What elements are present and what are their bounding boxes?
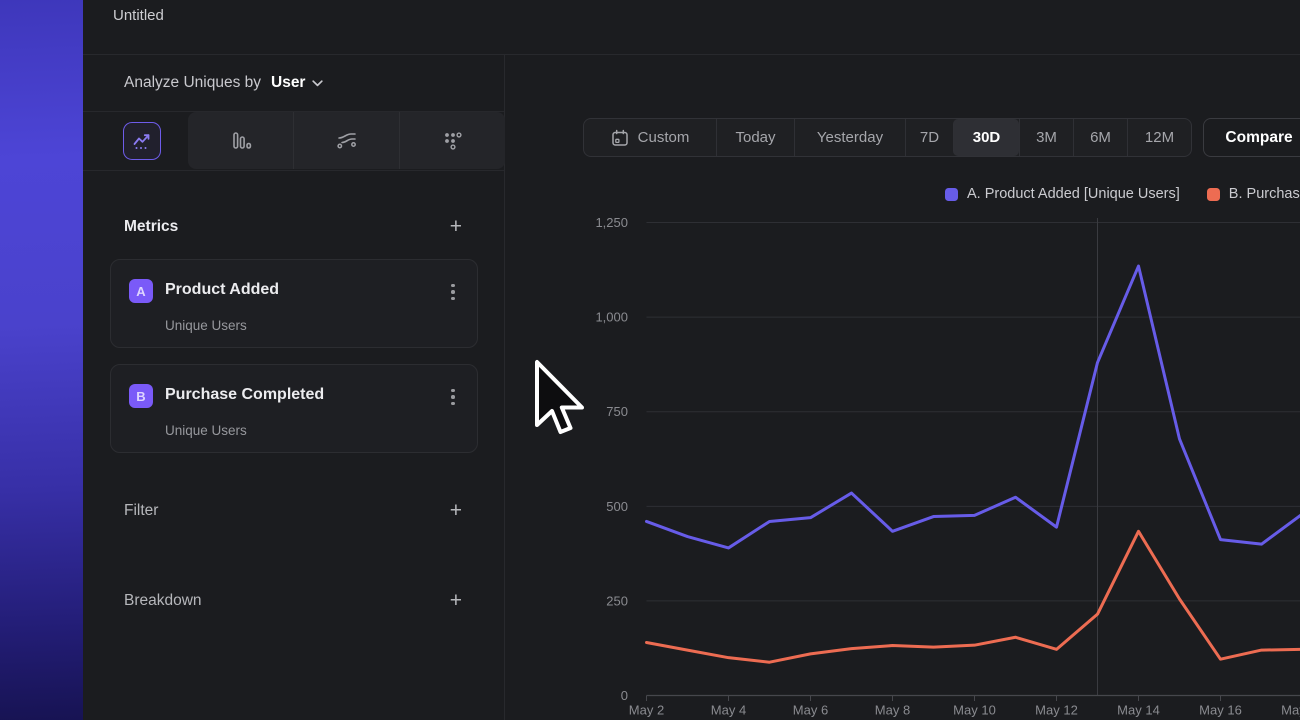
range-custom[interactable]: Custom xyxy=(584,119,716,156)
range-6m[interactable]: 6M xyxy=(1073,119,1127,156)
range-3m[interactable]: 3M xyxy=(1019,119,1073,156)
analyze-row: Analyze Uniques by User xyxy=(83,55,504,112)
tab-flows[interactable] xyxy=(293,112,399,169)
add-metric-button[interactable]: + xyxy=(450,218,462,236)
svg-text:250: 250 xyxy=(606,593,628,608)
analyze-by-dropdown[interactable]: User xyxy=(271,74,323,92)
filter-header: Filter + xyxy=(124,502,462,520)
query-sidebar: Analyze Uniques by User xyxy=(83,55,505,720)
compare-button[interactable]: Compare xyxy=(1203,118,1300,157)
tab-grid-dots[interactable] xyxy=(399,112,505,169)
chart-type-tabs-inset xyxy=(188,112,505,169)
svg-text:750: 750 xyxy=(606,404,628,419)
add-breakdown-button[interactable]: + xyxy=(450,592,462,610)
top-bar: Untitled xyxy=(83,0,1300,55)
svg-text:May 4: May 4 xyxy=(711,703,746,718)
line-chart[interactable]: 0 250 500 750 1,000 1,250 May 2 May 4 May 6 May 8… xyxy=(505,180,1300,720)
line-chart-icon xyxy=(132,131,152,151)
kebab-icon[interactable] xyxy=(444,282,462,302)
range-yesterday[interactable]: Yesterday xyxy=(794,119,905,156)
metric-badge-a: A xyxy=(129,279,153,303)
range-12m[interactable]: 12M xyxy=(1127,119,1191,156)
svg-text:May 8: May 8 xyxy=(875,703,910,718)
svg-text:May 10: May 10 xyxy=(953,703,996,718)
range-7d[interactable]: 7D xyxy=(905,119,953,156)
chart-panel: Custom Today Yesterday 7D 30D 3M 6M 12M … xyxy=(505,55,1300,720)
metric-title: Product Added xyxy=(165,281,279,299)
app-window: Untitled Analyze Uniques by User xyxy=(83,0,1300,720)
chevron-down-icon xyxy=(312,80,323,87)
tab-bar-chart[interactable] xyxy=(188,112,293,169)
filter-heading: Filter xyxy=(124,502,158,520)
svg-text:May 18: May 18 xyxy=(1281,703,1300,718)
svg-text:May 6: May 6 xyxy=(793,703,828,718)
metric-card-a[interactable]: A Product Added Unique Users xyxy=(110,259,478,348)
svg-text:May 12: May 12 xyxy=(1035,703,1078,718)
flows-icon xyxy=(336,130,358,152)
tab-line-chart[interactable] xyxy=(123,122,161,160)
metric-title: Purchase Completed xyxy=(165,386,324,404)
range-today[interactable]: Today xyxy=(716,119,794,156)
metrics-header: Metrics + xyxy=(124,218,462,236)
breakdown-header: Breakdown + xyxy=(124,592,462,610)
svg-text:1,250: 1,250 xyxy=(595,215,628,230)
kebab-icon[interactable] xyxy=(444,387,462,407)
add-filter-button[interactable]: + xyxy=(450,502,462,520)
svg-text:1,000: 1,000 xyxy=(595,310,628,325)
svg-text:May 14: May 14 xyxy=(1117,703,1160,718)
background-gradient xyxy=(0,0,83,720)
metrics-heading: Metrics xyxy=(124,218,178,236)
breakdown-heading: Breakdown xyxy=(124,592,202,610)
metric-subtitle: Unique Users xyxy=(165,423,247,438)
date-range-picker: Custom Today Yesterday 7D 30D 3M 6M 12M xyxy=(583,118,1192,157)
calendar-icon xyxy=(611,129,629,147)
chart-type-tabs xyxy=(83,112,504,171)
svg-text:0: 0 xyxy=(621,688,628,703)
report-title: Untitled xyxy=(113,7,164,24)
metric-badge-b: B xyxy=(129,384,153,408)
metric-subtitle: Unique Users xyxy=(165,318,247,333)
analyze-by-value: User xyxy=(271,74,305,92)
svg-text:May 2: May 2 xyxy=(629,703,664,718)
svg-text:500: 500 xyxy=(606,499,628,514)
screen: Untitled Analyze Uniques by User xyxy=(0,0,1300,720)
svg-text:May 16: May 16 xyxy=(1199,703,1242,718)
grid-dots-icon xyxy=(442,130,464,152)
metric-card-b[interactable]: B Purchase Completed Unique Users xyxy=(110,364,478,453)
analyze-label: Analyze Uniques by xyxy=(124,74,261,92)
range-30d[interactable]: 30D xyxy=(953,119,1019,156)
bar-chart-icon xyxy=(230,130,252,152)
